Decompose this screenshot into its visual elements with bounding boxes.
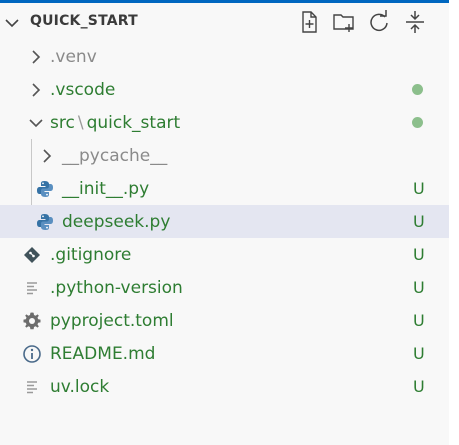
git-icon bbox=[22, 245, 42, 265]
text-file-icon bbox=[22, 278, 42, 298]
path-separator: \ bbox=[77, 113, 84, 133]
git-status-badge: U bbox=[413, 377, 425, 396]
python-icon bbox=[35, 212, 55, 232]
tree-item-src-quick-start[interactable]: src \ quick_start bbox=[0, 106, 449, 139]
git-status-badge: U bbox=[413, 212, 425, 231]
modified-dot-badge bbox=[412, 84, 423, 95]
tree-item-label: README.md bbox=[50, 344, 156, 364]
tree-item-pycache[interactable]: __pycache__ bbox=[0, 139, 449, 172]
new-folder-button[interactable] bbox=[329, 9, 359, 39]
text-file-icon bbox=[22, 377, 42, 397]
chevron-down-icon[interactable] bbox=[27, 114, 45, 132]
tree-item-readme-md[interactable]: README.md U bbox=[0, 337, 449, 370]
git-status-badge: U bbox=[413, 311, 425, 330]
new-file-icon bbox=[296, 9, 322, 39]
collapse-all-icon bbox=[402, 9, 428, 39]
collapse-all-button[interactable] bbox=[400, 9, 430, 39]
tree-item-python-version[interactable]: .python-version U bbox=[0, 271, 449, 304]
explorer-header[interactable]: QUICK_START bbox=[0, 3, 449, 41]
tree-item-label: .vscode bbox=[50, 80, 116, 100]
modified-dot-badge bbox=[412, 117, 423, 128]
tree-item-gitignore[interactable]: .gitignore U bbox=[0, 238, 449, 271]
info-icon bbox=[22, 344, 42, 364]
refresh-button[interactable] bbox=[364, 9, 394, 39]
python-icon bbox=[35, 179, 55, 199]
git-status-badge: U bbox=[413, 278, 425, 297]
tree-item-label: uv.lock bbox=[50, 377, 110, 397]
folder-segment-quick-start[interactable]: quick_start bbox=[87, 113, 181, 133]
git-status-badge: U bbox=[413, 245, 425, 264]
tree-item-init-py[interactable]: __init__.py U bbox=[0, 172, 449, 205]
tree-item-label: .python-version bbox=[50, 278, 183, 298]
chevron-right-icon[interactable] bbox=[27, 48, 45, 66]
new-folder-icon bbox=[331, 9, 357, 39]
tree-item-uv-lock[interactable]: uv.lock U bbox=[0, 370, 449, 403]
tree-item-label: pyproject.toml bbox=[50, 311, 174, 331]
git-status-badge: U bbox=[413, 344, 425, 363]
explorer-title: QUICK_START bbox=[30, 13, 138, 29]
tree-item-venv[interactable]: .venv bbox=[0, 40, 449, 73]
tree-item-deepseek-py[interactable]: deepseek.py U bbox=[0, 205, 449, 238]
gear-icon bbox=[22, 311, 42, 331]
tree-item-label: __pycache__ bbox=[62, 146, 168, 166]
tree-item-label: .gitignore bbox=[50, 245, 132, 265]
compact-folder-label: src \ quick_start bbox=[50, 112, 180, 134]
tree-item-pyproject-toml[interactable]: pyproject.toml U bbox=[0, 304, 449, 337]
chevron-right-icon[interactable] bbox=[38, 147, 56, 165]
refresh-icon bbox=[366, 9, 392, 39]
new-file-button[interactable] bbox=[294, 9, 324, 39]
tree-item-vscode[interactable]: .vscode bbox=[0, 73, 449, 106]
git-status-badge: U bbox=[413, 179, 425, 198]
chevron-right-icon[interactable] bbox=[27, 81, 45, 99]
tree-item-label: .venv bbox=[50, 47, 97, 67]
scrollbar-gutter[interactable] bbox=[449, 0, 459, 445]
folder-segment-src[interactable]: src bbox=[50, 113, 75, 133]
tree-item-label: __init__.py bbox=[62, 179, 150, 199]
chevron-down-icon[interactable] bbox=[3, 14, 21, 32]
tree-item-label: deepseek.py bbox=[62, 212, 171, 232]
